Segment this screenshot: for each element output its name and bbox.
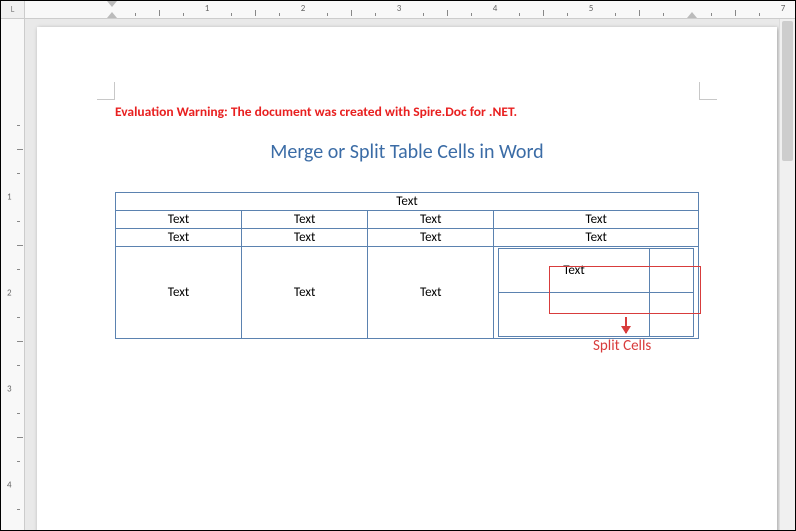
split-cell-inner-table[interactable]: Text (498, 248, 694, 337)
horizontal-ruler[interactable]: 1 2 3 4 5 7 (25, 1, 795, 19)
table-cell[interactable]: Text (242, 229, 368, 247)
table-cell[interactable]: Text (494, 229, 699, 247)
table-cell[interactable]: Text (242, 247, 368, 339)
table-cell-merged[interactable]: Text (116, 193, 699, 211)
table-cell[interactable]: Text (368, 247, 494, 339)
right-indent-marker[interactable] (687, 12, 697, 18)
table-cell[interactable]: Text (242, 211, 368, 229)
document-viewport[interactable]: Evaluation Warning: The document was cre… (25, 19, 795, 530)
table-cell-split-container[interactable]: Text (494, 247, 699, 339)
document-title: Merge or Split Table Cells in Word (115, 140, 699, 164)
ruler-h-num: 1 (205, 3, 210, 14)
document-page[interactable]: Evaluation Warning: The document was cre… (37, 27, 777, 530)
table-cell-split[interactable]: Text (499, 249, 649, 293)
ruler-v-num: 2 (7, 288, 12, 299)
ruler-h-num: 2 (301, 3, 306, 14)
vertical-ruler[interactable]: 1 2 3 4 (1, 19, 25, 530)
ruler-h-num: 5 (589, 3, 594, 14)
ruler-h-num: 3 (397, 3, 402, 14)
split-cells-annotation: Split Cells (593, 337, 651, 355)
ruler-corner: L (1, 1, 25, 19)
first-line-indent-marker[interactable] (107, 1, 117, 7)
scrollbar-thumb[interactable] (782, 21, 793, 161)
table-cell[interactable]: Text (116, 229, 242, 247)
table-cell-split[interactable] (649, 249, 693, 293)
evaluation-warning-text: Evaluation Warning: The document was cre… (115, 103, 699, 120)
table-cell[interactable]: Text (368, 211, 494, 229)
table-cell-split[interactable] (649, 293, 693, 337)
ruler-h-num: 7 (781, 3, 786, 14)
arrow-down-icon (625, 317, 627, 333)
ruler-v-num: 1 (7, 192, 12, 203)
ruler-v-num: 4 (7, 480, 12, 491)
ruler-h-num: 4 (493, 3, 498, 14)
vertical-scrollbar[interactable] (779, 19, 795, 530)
table-cell[interactable]: Text (368, 229, 494, 247)
table-cell[interactable]: Text (116, 211, 242, 229)
ruler-v-num: 3 (7, 384, 12, 395)
table-cell[interactable]: Text (116, 247, 242, 339)
left-indent-marker[interactable] (107, 12, 117, 18)
margin-corner-top-left (97, 82, 115, 100)
margin-corner-top-right (699, 82, 717, 100)
table-cell[interactable]: Text (494, 211, 699, 229)
word-table[interactable]: Text Text Text Text Text Text Text Text … (115, 192, 699, 339)
